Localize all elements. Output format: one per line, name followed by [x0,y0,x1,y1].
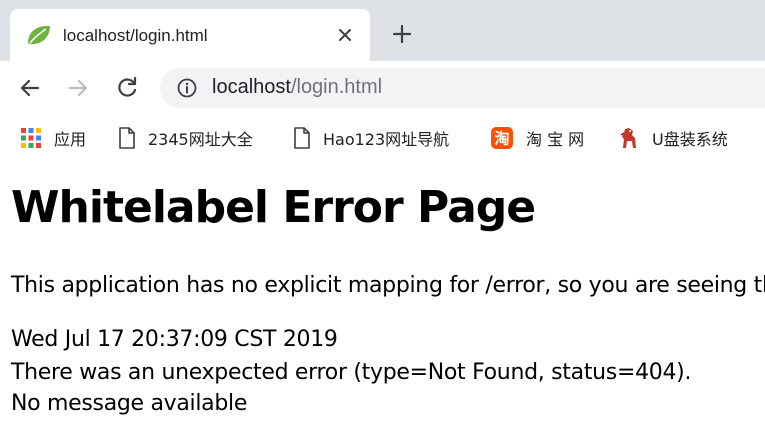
browser-window: localhost/login.html localhost/login.htm… [0,0,765,429]
page-title: Whitelabel Error Page [11,182,536,233]
url-host: localhost [212,76,291,98]
bookmark-upan[interactable]: U盘装系统 [618,123,728,153]
bookmark-taobao[interactable]: 淘 淘 宝 网 [490,123,584,153]
bookmark-2345[interactable]: 2345网址大全 [118,123,253,153]
taobao-icon: 淘 [491,127,513,149]
page-content: Whitelabel Error Page This application h… [0,160,765,429]
error-detail: There was an unexpected error (type=Not … [11,360,692,385]
error-timestamp: Wed Jul 17 20:37:09 CST 2019 [11,327,338,352]
apps-grid-icon [21,128,41,148]
bookmarks-bar: 应用 2345网址大全 Hao123网址导航 淘 淘 宝 网 U盘装系统 [0,116,765,160]
browser-toolbar: localhost/login.html [0,61,765,116]
close-tab-icon[interactable] [336,26,354,44]
spring-leaf-icon [26,23,52,47]
url-path: /login.html [290,76,383,98]
back-arrow-icon[interactable] [16,74,44,102]
page-icon [294,127,310,149]
bookmark-label: U盘装系统 [652,130,728,149]
site-info-icon[interactable] [176,77,198,99]
tab-strip: localhost/login.html [0,0,765,61]
reload-icon[interactable] [113,74,141,102]
explanation-text: This application has no explicit mapping… [11,273,765,298]
active-tab[interactable]: localhost/login.html [10,9,370,61]
page-icon [119,127,135,149]
bookmark-label: 淘 宝 网 [526,130,585,149]
bookmark-apps[interactable]: 应用 [20,123,86,153]
bookmark-label: Hao123网址导航 [323,130,450,149]
bookmark-hao123[interactable]: Hao123网址导航 [293,123,449,153]
url-text[interactable]: localhost/login.html [212,76,382,99]
new-tab-plus-icon[interactable] [390,22,414,46]
horse-icon [620,128,636,148]
forward-arrow-icon[interactable] [64,74,92,102]
svg-text:淘: 淘 [493,130,509,148]
error-message: No message available [11,391,248,416]
bookmark-label: 2345网址大全 [148,130,253,149]
tab-title: localhost/login.html [63,26,208,45]
bookmark-label: 应用 [54,130,87,149]
address-bar[interactable]: localhost/login.html [160,68,765,108]
